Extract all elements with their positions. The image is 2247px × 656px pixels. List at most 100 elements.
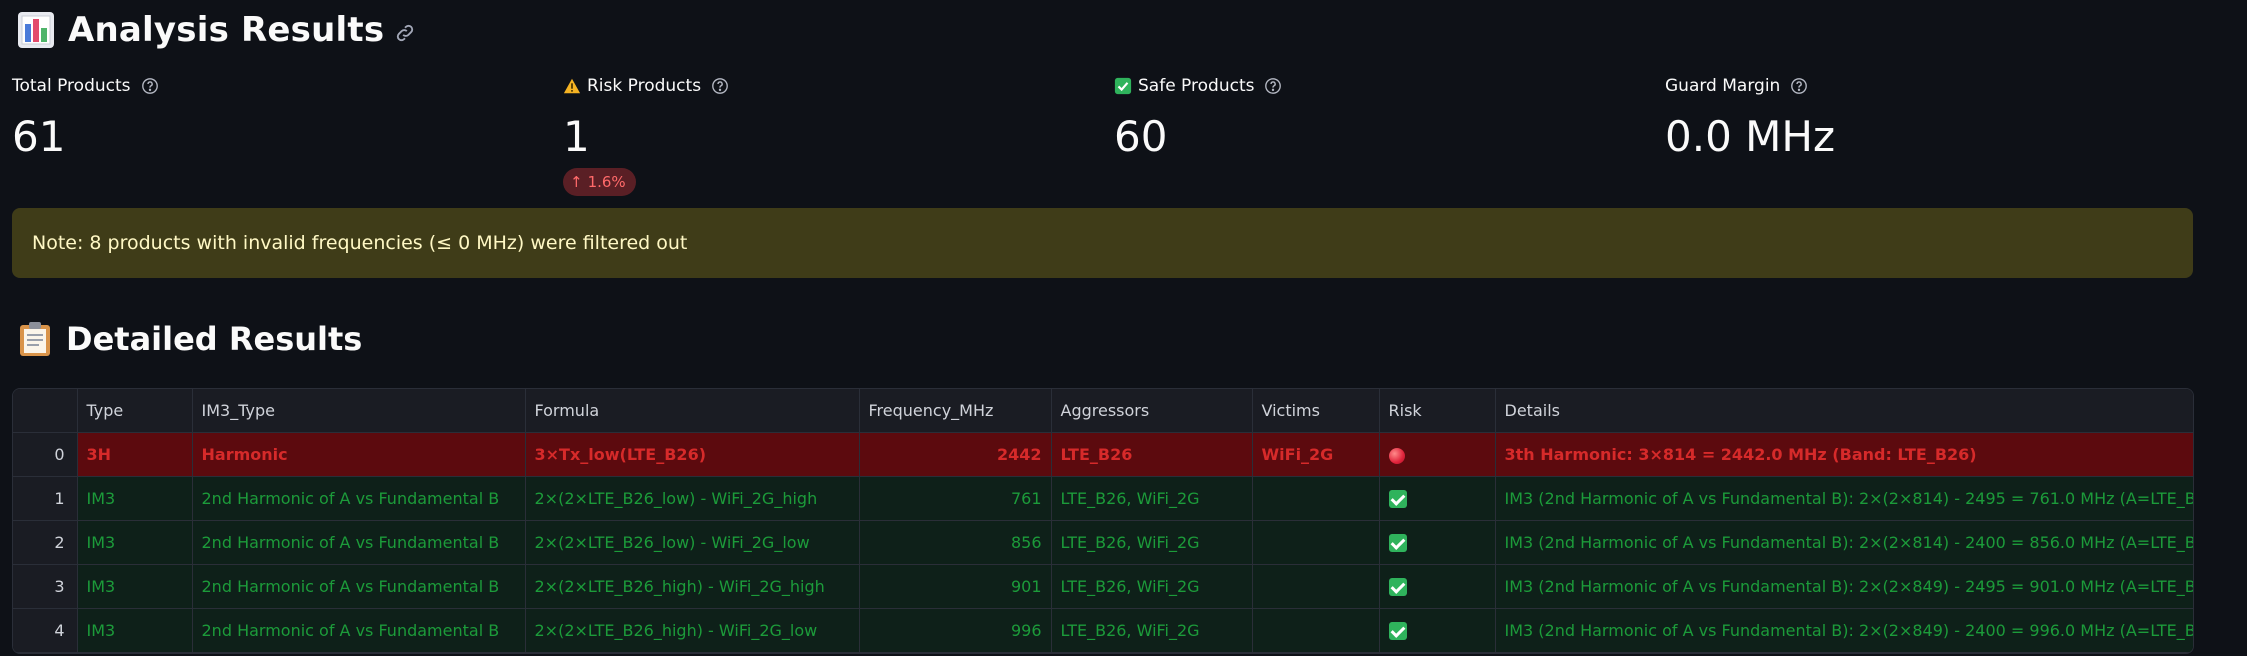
metric-label-text: Guard Margin <box>1665 76 1781 96</box>
arrow-up-icon: ↑ <box>570 173 583 191</box>
metric-label-text: Total Products <box>12 76 131 96</box>
row-index: 4 <box>13 608 78 653</box>
check-icon <box>1388 534 1407 553</box>
metric-value: 1 <box>563 112 590 161</box>
results-table[interactable]: Type IM3_Type Formula Frequency_MHz Aggr… <box>12 388 2194 654</box>
cell-im3-type[interactable]: 2nd Harmonic of A vs Fundamental B <box>192 608 526 653</box>
row-index: 3 <box>13 564 78 609</box>
metric-value: 61 <box>12 112 66 161</box>
metric-label: Risk Products <box>563 74 1114 98</box>
cell-frequency[interactable]: 856 <box>859 520 1052 565</box>
red-circle-icon <box>1388 447 1405 464</box>
results-table-grid: Type IM3_Type Formula Frequency_MHz Aggr… <box>13 389 2193 653</box>
check-icon <box>1114 77 1132 95</box>
column-header-im3-type[interactable]: IM3_Type <box>192 389 526 433</box>
page: Analysis Results Total Products 61 Risk … <box>12 0 2194 654</box>
cell-risk[interactable] <box>1379 520 1496 565</box>
metric-guard-margin: Guard Margin 0.0 MHz <box>1665 74 2216 202</box>
metric-delta-badge: ↑ 1.6% <box>563 168 636 196</box>
bar-chart-icon <box>18 12 54 48</box>
table-row[interactable]: 2 IM3 2nd Harmonic of A vs Fundamental B… <box>13 520 2193 565</box>
table-header-row: Type IM3_Type Formula Frequency_MHz Aggr… <box>13 389 2193 433</box>
cell-formula[interactable]: 3×Tx_low(LTE_B26) <box>525 432 860 477</box>
cell-risk[interactable] <box>1379 432 1496 477</box>
cell-details[interactable]: IM3 (2nd Harmonic of A vs Fundamental B)… <box>1495 520 2193 565</box>
cell-aggressors[interactable]: LTE_B26, WiFi_2G <box>1051 476 1253 521</box>
cell-details[interactable]: IM3 (2nd Harmonic of A vs Fundamental B)… <box>1495 564 2193 609</box>
metric-risk-products: Risk Products 1 ↑ 1.6% <box>563 74 1114 202</box>
column-header-frequency[interactable]: Frequency_MHz <box>859 389 1052 433</box>
cell-risk[interactable] <box>1379 476 1496 521</box>
cell-aggressors[interactable]: LTE_B26, WiFi_2G <box>1051 520 1253 565</box>
cell-formula[interactable]: 2×(2×LTE_B26_low) - WiFi_2G_high <box>525 476 860 521</box>
section-header: Detailed Results <box>12 314 2193 364</box>
cell-frequency[interactable]: 901 <box>859 564 1052 609</box>
cell-frequency[interactable]: 761 <box>859 476 1052 521</box>
cell-aggressors[interactable]: LTE_B26 <box>1051 432 1253 477</box>
metric-value: 60 <box>1114 112 1168 161</box>
column-header-formula[interactable]: Formula <box>525 389 860 433</box>
table-row[interactable]: 4 IM3 2nd Harmonic of A vs Fundamental B… <box>13 608 2193 653</box>
column-header-type[interactable]: Type <box>77 389 193 433</box>
metric-label-text: Risk Products <box>587 76 702 96</box>
help-icon[interactable] <box>1264 77 1282 95</box>
cell-victims[interactable] <box>1252 608 1380 653</box>
cell-type[interactable]: IM3 <box>77 608 193 653</box>
cell-details[interactable]: IM3 (2nd Harmonic of A vs Fundamental B)… <box>1495 476 2193 521</box>
cell-type[interactable]: IM3 <box>77 476 193 521</box>
column-header-victims[interactable]: Victims <box>1252 389 1380 433</box>
table-row[interactable]: 3 IM3 2nd Harmonic of A vs Fundamental B… <box>13 564 2193 609</box>
metric-label: Guard Margin <box>1665 74 2216 98</box>
cell-im3-type[interactable]: 2nd Harmonic of A vs Fundamental B <box>192 520 526 565</box>
cell-risk[interactable] <box>1379 608 1496 653</box>
cell-aggressors[interactable]: LTE_B26, WiFi_2G <box>1051 608 1253 653</box>
help-icon[interactable] <box>711 77 729 95</box>
column-header-details[interactable]: Details <box>1495 389 2193 433</box>
metric-value: 0.0 MHz <box>1665 112 1836 161</box>
help-icon[interactable] <box>1790 77 1808 95</box>
cell-im3-type[interactable]: Harmonic <box>192 432 526 477</box>
cell-im3-type[interactable]: 2nd Harmonic of A vs Fundamental B <box>192 476 526 521</box>
column-header-index[interactable] <box>13 389 78 433</box>
cell-frequency[interactable]: 996 <box>859 608 1052 653</box>
cell-formula[interactable]: 2×(2×LTE_B26_high) - WiFi_2G_high <box>525 564 860 609</box>
row-index: 0 <box>13 432 78 477</box>
check-icon <box>1388 490 1407 509</box>
section-title: Detailed Results <box>66 320 363 358</box>
clipboard-icon <box>20 322 50 356</box>
metrics-row: Total Products 61 Risk Products 1 ↑ 1.6%… <box>12 74 2193 202</box>
check-icon <box>1388 622 1407 641</box>
cell-victims[interactable] <box>1252 476 1380 521</box>
metric-label: Total Products <box>12 74 563 98</box>
info-note: Note: 8 products with invalid frequencie… <box>12 208 2193 278</box>
cell-im3-type[interactable]: 2nd Harmonic of A vs Fundamental B <box>192 564 526 609</box>
cell-formula[interactable]: 2×(2×LTE_B26_low) - WiFi_2G_low <box>525 520 860 565</box>
cell-type[interactable]: 3H <box>77 432 193 477</box>
cell-type[interactable]: IM3 <box>77 564 193 609</box>
table-row[interactable]: 0 3H Harmonic 3×Tx_low(LTE_B26) 2442 LTE… <box>13 432 2193 477</box>
table-row[interactable]: 1 IM3 2nd Harmonic of A vs Fundamental B… <box>13 476 2193 521</box>
cell-formula[interactable]: 2×(2×LTE_B26_high) - WiFi_2G_low <box>525 608 860 653</box>
metric-safe-products: Safe Products 60 <box>1114 74 1665 202</box>
page-title: Analysis Results <box>68 10 385 50</box>
row-index: 1 <box>13 476 78 521</box>
cell-details[interactable]: IM3 (2nd Harmonic of A vs Fundamental B)… <box>1495 608 2193 653</box>
cell-victims[interactable] <box>1252 564 1380 609</box>
cell-risk[interactable] <box>1379 564 1496 609</box>
column-header-aggressors[interactable]: Aggressors <box>1051 389 1253 433</box>
check-icon <box>1388 578 1407 597</box>
page-header: Analysis Results <box>12 0 2193 60</box>
cell-victims[interactable]: WiFi_2G <box>1252 432 1380 477</box>
cell-type[interactable]: IM3 <box>77 520 193 565</box>
anchor-link-icon[interactable] <box>394 22 416 44</box>
column-header-risk[interactable]: Risk <box>1379 389 1496 433</box>
cell-victims[interactable] <box>1252 520 1380 565</box>
cell-details[interactable]: 3th Harmonic: 3×814 = 2442.0 MHz (Band: … <box>1495 432 2193 477</box>
row-index: 2 <box>13 520 78 565</box>
cell-aggressors[interactable]: LTE_B26, WiFi_2G <box>1051 564 1253 609</box>
cell-frequency[interactable]: 2442 <box>859 432 1052 477</box>
note-text: Note: 8 products with invalid frequencie… <box>32 232 688 254</box>
metric-total-products: Total Products 61 <box>12 74 563 202</box>
warning-icon <box>563 78 581 94</box>
help-icon[interactable] <box>141 77 159 95</box>
